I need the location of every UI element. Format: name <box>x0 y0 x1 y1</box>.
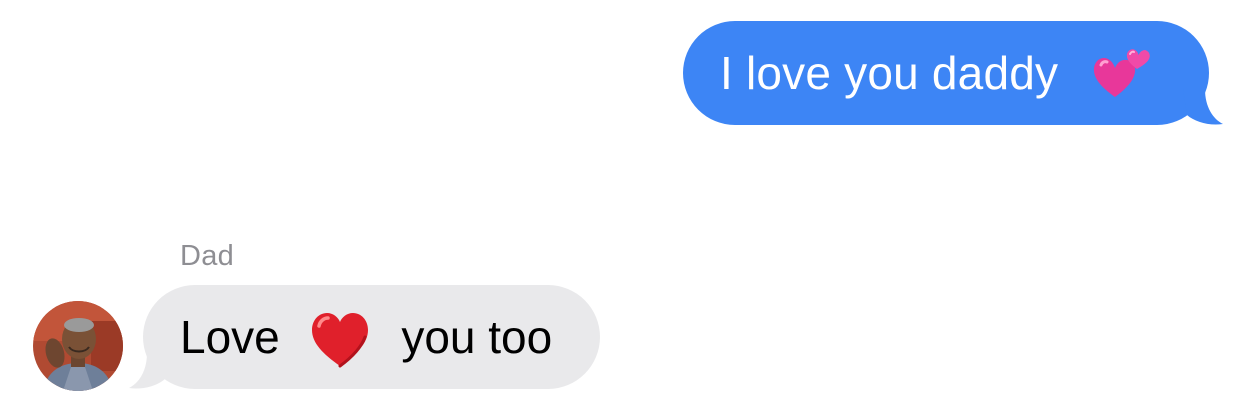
outgoing-message-text: I love you daddy <box>720 47 1059 99</box>
two-hearts-icon <box>1091 45 1153 101</box>
bubble-tail <box>1183 89 1223 125</box>
bubble-tail <box>129 353 169 389</box>
red-heart-icon <box>309 310 371 368</box>
incoming-message-text-before: Love <box>180 311 280 363</box>
sender-name: Dad <box>180 240 235 272</box>
message-thread: I love you daddy Dad Love you too <box>0 0 1251 417</box>
incoming-message-bubble[interactable]: Love you too <box>129 285 600 389</box>
contact-avatar[interactable] <box>33 301 123 391</box>
incoming-message-text-after: you too <box>401 311 553 363</box>
outgoing-message-bubble[interactable]: I love you daddy <box>683 21 1223 125</box>
